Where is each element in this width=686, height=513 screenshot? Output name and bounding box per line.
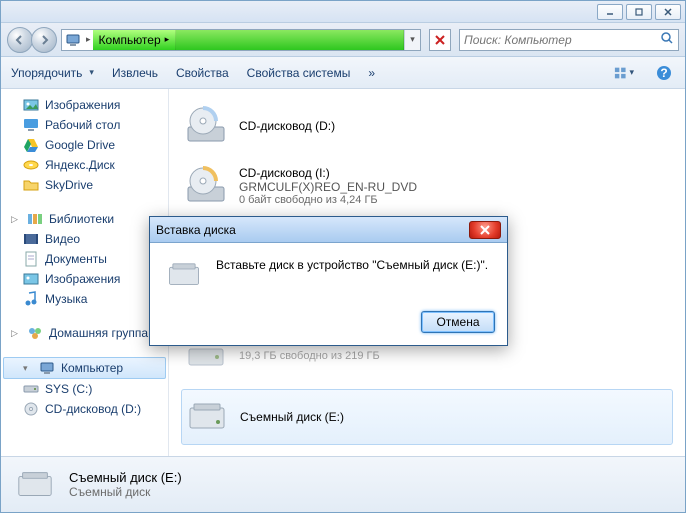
sidebar-libraries-header[interactable]: ▷Библиотеки: [3, 209, 166, 229]
collapse-icon: ▾: [23, 363, 33, 374]
computer-group: ▾Компьютер SYS (C:) CD-дисковод (D:): [3, 357, 166, 419]
search-icon[interactable]: [660, 31, 674, 48]
expand-icon: ▷: [11, 214, 21, 225]
libraries-icon: [27, 211, 43, 227]
favorites-group: Изображения Рабочий стол Google Drive Ян…: [3, 95, 166, 195]
ydisk-icon: [23, 157, 39, 173]
dialog-close-button[interactable]: [469, 221, 501, 239]
image-icon: [23, 97, 39, 113]
removable-drive-icon: [166, 257, 202, 293]
sidebar-item-skydrive[interactable]: SkyDrive: [3, 175, 166, 195]
computer-icon: [64, 31, 82, 49]
doc-icon: [23, 251, 39, 267]
properties-button[interactable]: Свойства: [176, 66, 229, 80]
video-icon: [23, 231, 39, 247]
removable-drive-icon: [186, 396, 228, 438]
status-type: Съемный диск: [69, 485, 182, 499]
sidebar-item-ydisk[interactable]: Яндекс.Диск: [3, 155, 166, 175]
desktop-icon: [23, 117, 39, 133]
status-title: Съемный диск (E:): [69, 470, 182, 485]
drive-label: Съемный диск (E:): [240, 410, 344, 424]
eject-button[interactable]: Извлечь: [112, 66, 158, 80]
image-icon: [23, 271, 39, 287]
drive-label: CD-дисковод (I:): [239, 166, 417, 180]
cd-drive-icon: [185, 105, 227, 147]
sidebar-item-desktop[interactable]: Рабочий стол: [3, 115, 166, 135]
sidebar-item-video[interactable]: Видео: [3, 229, 166, 249]
maximize-button[interactable]: [626, 4, 652, 20]
dialog-body: Вставьте диск в устройство "Съемный диск…: [150, 243, 507, 303]
minimize-button[interactable]: [597, 4, 623, 20]
sidebar-drive-c[interactable]: SYS (C:): [3, 379, 166, 399]
homegroup-group: ▷Домашняя группа: [3, 323, 166, 343]
dialog-message: Вставьте диск в устройство "Съемный диск…: [216, 257, 491, 293]
nav-bar: ▸ Компьютер▸ ▾: [1, 23, 685, 57]
dialog-titlebar[interactable]: Вставка диска: [150, 217, 507, 243]
dialog-buttons: Отмена: [150, 303, 507, 345]
breadcrumb-chevron: ▸: [84, 34, 93, 45]
sidebar-item-pictures[interactable]: Изображения: [3, 269, 166, 289]
sidebar-homegroup[interactable]: ▷Домашняя группа: [3, 323, 166, 343]
drive-volume: GRMCULF(X)REO_EN-RU_DVD: [239, 180, 417, 194]
toolbar: Упорядочить Извлечь Свойства Свойства си…: [1, 57, 685, 89]
view-button[interactable]: [613, 62, 635, 84]
drive-space: 0 байт свободно из 4,24 ГБ: [239, 194, 417, 206]
hdd-icon: [23, 381, 39, 397]
sidebar-item-images[interactable]: Изображения: [3, 95, 166, 115]
forward-button[interactable]: [31, 27, 57, 53]
svg-text:?: ?: [660, 66, 667, 80]
explorer-window: ▸ Компьютер▸ ▾ Упорядочить Извлечь Свойс…: [0, 0, 686, 513]
expand-icon: ▷: [11, 328, 21, 339]
breadcrumb-progress: [176, 30, 404, 50]
insert-disk-dialog: Вставка диска Вставьте диск в устройство…: [149, 216, 508, 346]
toolbar-overflow[interactable]: »: [368, 66, 375, 80]
drive-item-d[interactable]: CD-дисковод (D:): [181, 99, 673, 153]
address-stop-button[interactable]: [429, 29, 451, 51]
libraries-group: ▷Библиотеки Видео Документы Изображения …: [3, 209, 166, 309]
sidebar-drive-d[interactable]: CD-дисковод (D:): [3, 399, 166, 419]
dialog-title: Вставка диска: [156, 223, 236, 237]
cancel-button[interactable]: Отмена: [421, 311, 495, 333]
sidebar-item-gdrive[interactable]: Google Drive: [3, 135, 166, 155]
help-button[interactable]: ?: [653, 62, 675, 84]
address-dropdown[interactable]: ▾: [404, 30, 420, 50]
cd-drive-icon: [185, 165, 227, 207]
sidebar: Изображения Рабочий стол Google Drive Ян…: [1, 89, 169, 456]
drive-space: 19,3 ГБ свободно из 219 ГБ: [239, 350, 380, 362]
music-icon: [23, 291, 39, 307]
system-properties-button[interactable]: Свойства системы: [247, 66, 351, 80]
gdrive-icon: [23, 137, 39, 153]
nav-buttons: [7, 27, 57, 53]
address-bar[interactable]: ▸ Компьютер▸ ▾: [61, 29, 421, 51]
breadcrumb-computer[interactable]: Компьютер▸: [93, 30, 177, 50]
drive-label: CD-дисковод (D:): [239, 119, 335, 133]
cd-icon: [23, 401, 39, 417]
drive-item-i[interactable]: CD-дисковод (I:) GRMCULF(X)REO_EN-RU_DVD…: [181, 159, 673, 213]
sidebar-item-documents[interactable]: Документы: [3, 249, 166, 269]
sidebar-computer[interactable]: ▾Компьютер: [3, 357, 166, 379]
window-titlebar: [1, 1, 685, 23]
organize-menu[interactable]: Упорядочить: [11, 66, 94, 80]
removable-drive-icon: [15, 465, 55, 505]
search-box[interactable]: [459, 29, 679, 51]
computer-icon: [39, 360, 55, 376]
close-button[interactable]: [655, 4, 681, 20]
status-bar: Съемный диск (E:) Съемный диск: [1, 456, 685, 512]
back-button[interactable]: [7, 27, 33, 53]
sidebar-item-music[interactable]: Музыка: [3, 289, 166, 309]
drive-item-e[interactable]: Съемный диск (E:): [181, 389, 673, 445]
homegroup-icon: [27, 325, 43, 341]
folder-icon: [23, 177, 39, 193]
search-input[interactable]: [464, 33, 660, 47]
